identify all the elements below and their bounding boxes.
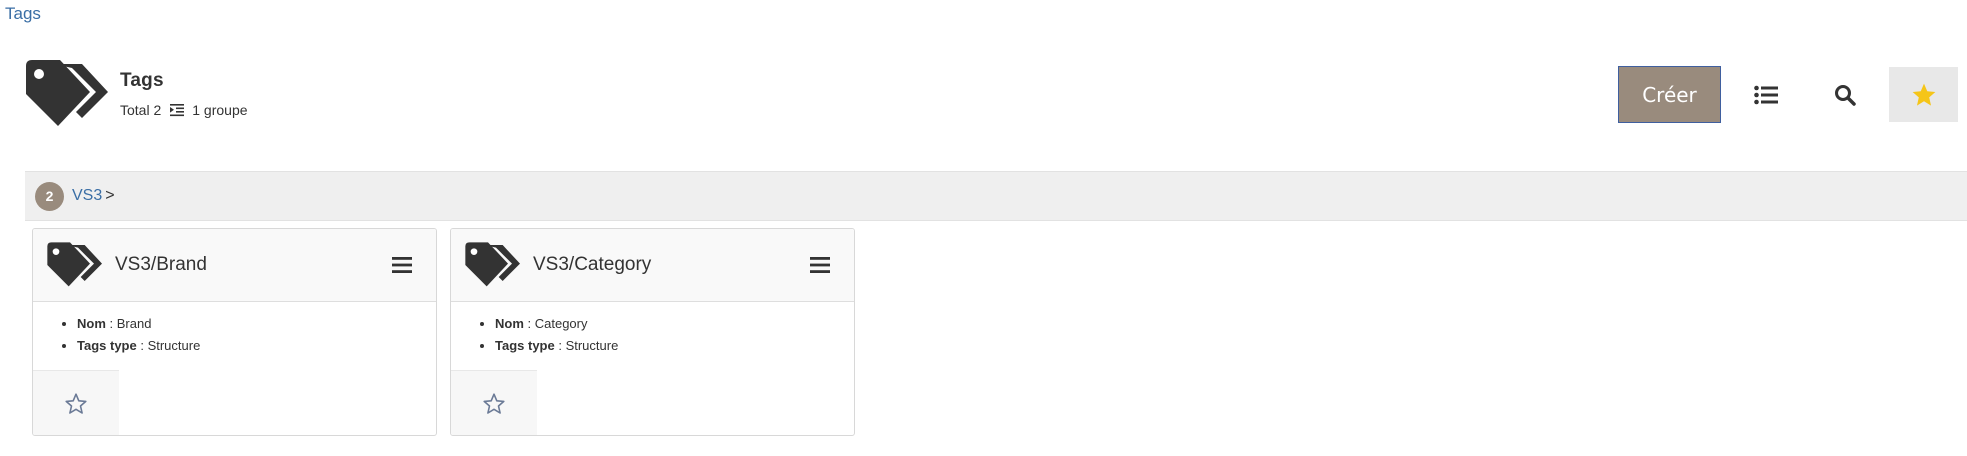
- hamburger-menu-icon: [392, 257, 412, 273]
- card-details: Nom : Category Tags type : Structure: [451, 302, 854, 369]
- star-outline-icon: [483, 393, 505, 414]
- favorite-toggle[interactable]: [451, 370, 537, 435]
- group-separator: >: [105, 187, 115, 204]
- field-item: Tags type : Structure: [495, 338, 854, 353]
- field-item: Tags type : Structure: [77, 338, 436, 353]
- group-count-badge: 2: [35, 181, 64, 211]
- star-filled-icon: [1912, 83, 1935, 106]
- favorite-filter-button[interactable]: [1889, 67, 1958, 122]
- list-icon: [1753, 85, 1778, 104]
- indent-icon: [170, 104, 185, 117]
- search-button[interactable]: [1810, 67, 1879, 122]
- card-title[interactable]: VS3/Brand: [115, 254, 382, 276]
- group-link[interactable]: VS3: [72, 187, 102, 205]
- page-title: Tags: [120, 70, 164, 91]
- card-list: VS3/Brand Nom : Brand Tags type : Struct…: [32, 228, 868, 436]
- group-count: 1 groupe: [192, 102, 248, 118]
- tag-card: VS3/Category Nom : Category Tags type : …: [450, 228, 855, 436]
- search-icon: [1834, 84, 1856, 106]
- field-item: Nom : Category: [495, 316, 854, 331]
- page-header: Tags Total 2 1 groupe: [24, 58, 248, 130]
- card-details: Nom : Brand Tags type : Structure: [33, 302, 436, 369]
- card-header[interactable]: VS3/Category: [451, 229, 854, 302]
- tag-card: VS3/Brand Nom : Brand Tags type : Struct…: [32, 228, 437, 436]
- tag-pair-icon: [26, 60, 108, 126]
- favorite-toggle[interactable]: [33, 370, 119, 435]
- create-button[interactable]: Créer: [1618, 66, 1721, 123]
- list-view-button[interactable]: [1731, 67, 1800, 122]
- card-menu-button[interactable]: [800, 245, 840, 285]
- toolbar: Créer: [1618, 66, 1958, 123]
- card-title[interactable]: VS3/Category: [533, 254, 800, 276]
- tag-pair-icon: [465, 242, 520, 287]
- total-count: Total 2: [120, 102, 162, 118]
- card-menu-button[interactable]: [382, 245, 422, 285]
- field-item: Nom : Brand: [77, 316, 436, 331]
- card-header[interactable]: VS3/Brand: [33, 229, 436, 302]
- breadcrumb[interactable]: Tags: [5, 4, 41, 24]
- group-header: 2 VS3 >: [25, 171, 1967, 221]
- summary: Total 2 1 groupe: [120, 102, 248, 118]
- star-outline-icon: [65, 393, 87, 414]
- hamburger-menu-icon: [810, 257, 830, 273]
- tag-pair-icon: [47, 242, 102, 287]
